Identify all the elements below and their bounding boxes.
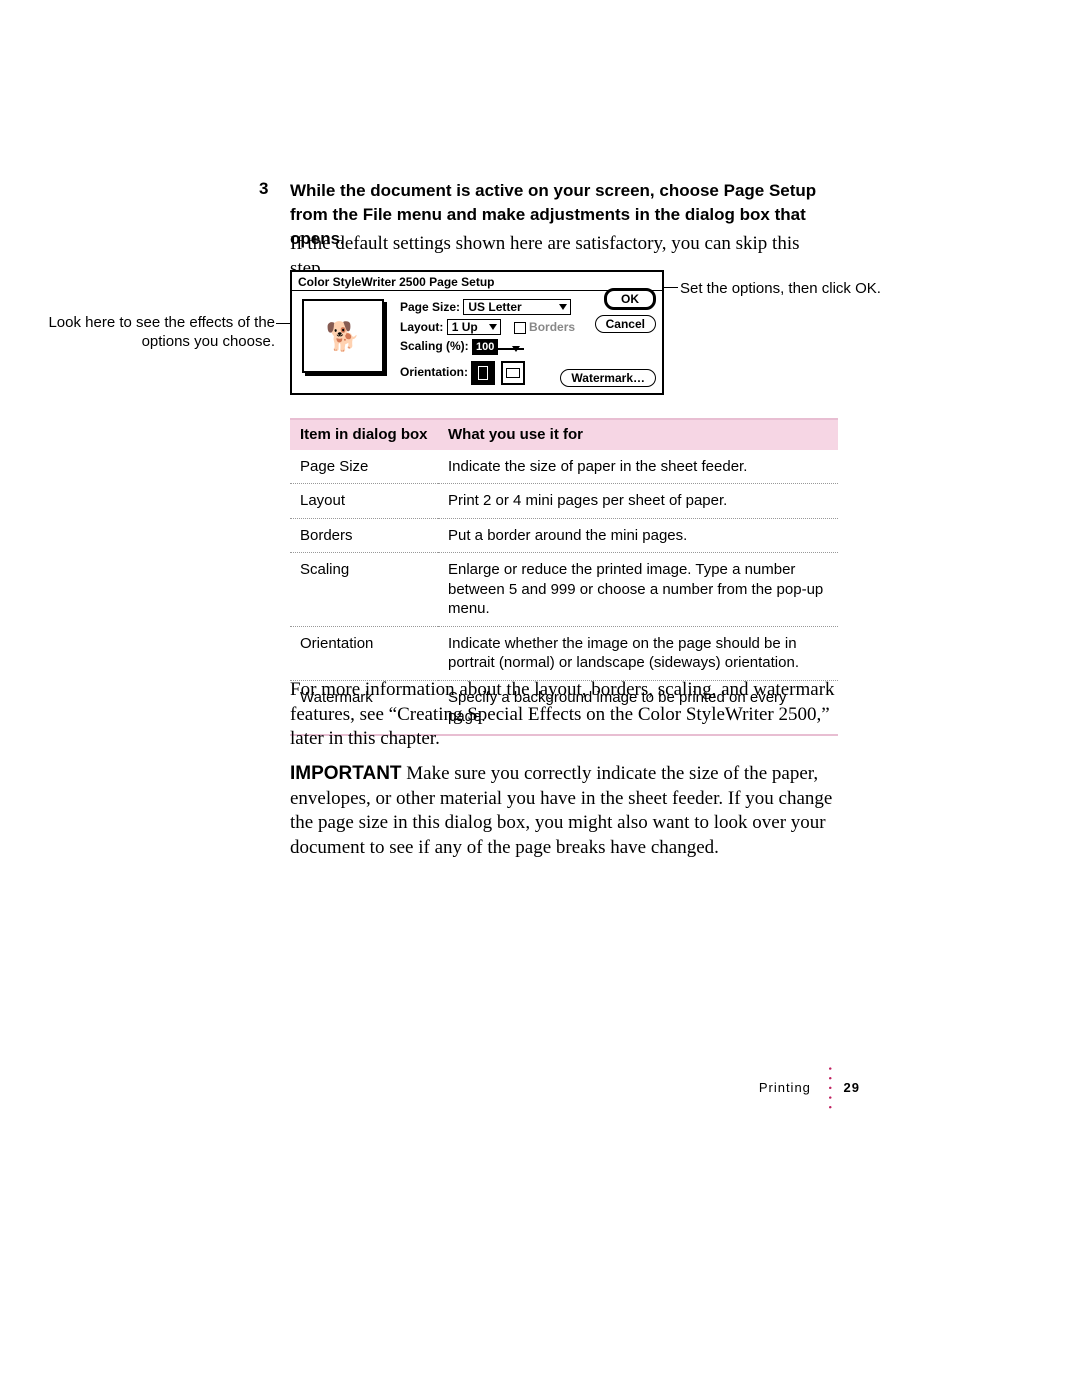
table-header-row: Item in dialog box What you use it for [290,419,838,450]
scaling-input[interactable]: 100 [472,339,498,355]
orientation-landscape-button[interactable] [501,361,525,385]
preview-pane: 🐕 [302,299,384,373]
page-setup-dialog: Color StyleWriter 2500 Page Setup 🐕 Page… [290,270,664,395]
table-header-use: What you use it for [438,419,838,450]
table-row: Orientation Indicate whether the image o… [290,626,838,680]
table-row: Borders Put a border around the mini pag… [290,518,838,553]
table-cell-use: Enlarge or reduce the printed image. Typ… [438,553,838,627]
table-cell-use: Print 2 or 4 mini pages per sheet of pap… [438,484,838,519]
callout-preview: Look here to see the effects of the opti… [0,314,275,352]
table-header-item: Item in dialog box [290,419,438,450]
more-info-paragraph: For more information about the layout, b… [290,678,838,752]
table-cell-item: Layout [290,484,438,519]
borders-label: Borders [529,320,575,334]
table-cell-item: Scaling [290,553,438,627]
borders-checkbox[interactable] [514,322,526,334]
table-row: Scaling Enlarge or reduce the printed im… [290,553,838,627]
table-cell-use: Indicate the size of paper in the sheet … [438,450,838,484]
layout-popup[interactable]: 1 Up [447,319,501,335]
layout-label: Layout: [400,320,443,334]
table-cell-item: Page Size [290,450,438,484]
important-paragraph: IMPORTANT Make sure you correctly indica… [290,762,838,861]
page-footer: Printing 29 [759,1080,860,1095]
cancel-button[interactable]: Cancel [595,315,656,333]
table-row: Page Size Indicate the size of paper in … [290,450,838,484]
callout-ok: Set the options, then click OK. [680,280,881,299]
dog-icon: 🐕 [326,320,361,353]
orientation-label: Orientation: [400,365,468,379]
scaling-label: Scaling (%): [400,339,469,353]
footer-section: Printing [759,1080,811,1095]
ok-button[interactable]: OK [604,288,656,310]
table-row: Layout Print 2 or 4 mini pages per sheet… [290,484,838,519]
footer-page-number: 29 [844,1080,860,1095]
step-number: 3 [259,179,268,199]
dialog-title: Color StyleWriter 2500 Page Setup [292,272,662,290]
table-cell-item: Borders [290,518,438,553]
watermark-button[interactable]: Watermark… [560,369,656,387]
important-label: IMPORTANT [290,763,402,784]
table-cell-use: Indicate whether the image on the page s… [438,626,838,680]
table-cell-item: Orientation [290,626,438,680]
page-size-popup[interactable]: US Letter [463,299,571,315]
footer-dots-icon: • • • • • [825,1067,835,1111]
scaling-popup[interactable] [498,348,524,350]
page-size-label: Page Size: [400,300,460,314]
table-cell-use: Put a border around the mini pages. [438,518,838,553]
orientation-portrait-button[interactable] [471,361,495,385]
